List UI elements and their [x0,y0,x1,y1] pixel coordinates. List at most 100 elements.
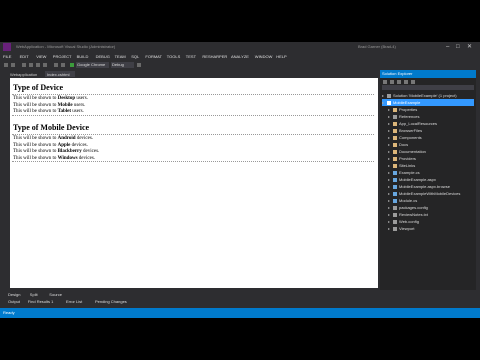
minimize-button[interactable]: – [446,42,449,52]
line-text: users. [75,96,88,101]
line-text: This will be shown to [13,142,58,148]
tab-pending-changes[interactable]: Pending Changes [95,298,127,305]
design-view[interactable]: Type of Device This will be shown to Des… [10,78,378,288]
tree-item[interactable]: ▸ SiteLinks [388,162,474,169]
tab-error-list[interactable]: Error List [66,298,82,305]
menu-file[interactable]: FILE [3,52,11,61]
menu-project[interactable]: PROJECT [53,52,72,61]
solution-search-input[interactable] [382,85,474,90]
menu-format[interactable]: FORMAT [145,52,162,61]
text-line: This will be shown to Blackberry devices… [13,149,99,155]
tree-item[interactable]: ▸ Providers [388,155,474,162]
save-all-icon[interactable] [43,63,47,67]
tree-item[interactable]: ▸ App_LocalResources [388,120,474,127]
tab-index-cshtml[interactable]: Index.cshtml [45,71,75,77]
tree-item[interactable]: ▸ Docs [388,141,474,148]
menu-window[interactable]: WINDOW [255,52,273,61]
heading-type-of-mobile-device: Type of Mobile Device [13,123,90,132]
menu-build[interactable]: BUILD [77,52,89,61]
divider [12,115,374,116]
tree-item[interactable]: ▸ Example.cs [388,169,474,176]
tree-item-label: References [399,114,420,119]
line-text: This will be shown to [13,96,58,101]
redo-icon[interactable] [61,63,65,67]
properties-icon[interactable] [411,80,415,84]
start-debugging-icon[interactable] [70,63,74,67]
tree-item[interactable]: ▸ MobileExampleWithMobileDevices [388,190,474,197]
line-emphasis: Blackberry [57,149,82,154]
tree-item-label: ReviewNotes.txt [399,212,428,217]
tab-webapplication[interactable]: Webapplication [10,71,42,78]
tree-item[interactable]: ▸ Web.config [388,218,474,225]
new-project-icon[interactable] [22,63,26,67]
refresh-icon[interactable] [390,80,394,84]
tree-item[interactable]: ▸ Documentation [388,148,474,155]
tree-item[interactable]: ▸ Module.cs [388,197,474,204]
tree-item-label: App_LocalResources [399,121,438,126]
file-type-icon [393,212,397,217]
tree-item[interactable]: ▸ MobileExample.aspx.browse [388,183,474,190]
tree-item-label: Web.config [399,219,419,224]
file-type-icon [393,128,397,133]
text-line: This will be shown to Android devices. [13,136,93,142]
menu-test[interactable]: TEST [186,52,196,61]
line-text: This will be shown to [13,155,58,161]
forward-icon[interactable] [11,63,15,67]
tree-item[interactable]: ▸ packages.config [388,204,474,211]
tree-item[interactable]: ▸ Viewport [388,225,474,232]
tab-design[interactable]: Design [8,291,20,298]
file-type-icon [393,184,397,189]
configuration-select[interactable]: Debug [111,62,134,68]
tree-item[interactable]: ▸ MobileExample.aspx [388,176,474,183]
menu-help[interactable]: HELP [276,52,286,61]
tree-item-label: Docs [399,142,409,147]
tab-output[interactable]: Output [8,298,20,305]
browser-select[interactable]: Google Chrome [76,62,109,68]
menu-edit[interactable]: EDIT [20,52,29,61]
show-all-files-icon[interactable] [404,80,408,84]
file-type-icon [393,149,397,154]
menu-sql[interactable]: SQL [131,52,139,61]
collapse-all-icon[interactable] [397,80,401,84]
menu-tools[interactable]: TOOLS [167,52,181,61]
menu-resharper[interactable]: RESHARPER [202,52,227,61]
tree-item[interactable]: ▸ Solution 'MobileExample' (1 project) [382,92,474,99]
menu-debug[interactable]: DEBUG [96,52,110,61]
file-type-icon [393,226,397,231]
text-line: This will be shown to Desktop users. [13,96,88,102]
find-icon[interactable] [137,63,141,67]
menu-view[interactable]: VIEW [36,52,46,61]
menu-analyze[interactable]: ANALYZE [231,52,249,61]
tab-source[interactable]: Source [49,291,62,298]
line-text: users. [71,109,84,114]
tree-item-label: Module.cs [399,198,418,203]
tree-item-label: MobileExample [393,100,421,105]
vs-window: WebApplication - Microsoft Visual Studio… [0,42,480,318]
line-emphasis: Apple [57,142,71,148]
save-icon[interactable] [36,63,40,67]
file-type-icon [393,198,397,203]
menu-team[interactable]: TEAM [115,52,126,61]
undo-icon[interactable] [54,63,58,67]
file-type-icon [393,156,397,161]
tree-item[interactable]: ▸ Properties [388,106,474,113]
tree-item[interactable]: ▸ Components [388,134,474,141]
maximize-button[interactable]: □ [456,42,460,52]
tab-split[interactable]: Split [30,291,38,298]
open-file-icon[interactable] [29,63,33,67]
divider [12,134,374,135]
tree-item[interactable]: ▸ BrowserFiles [388,127,474,134]
tree-item[interactable]: ▸ MobileExample [382,99,474,106]
signed-in-user[interactable]: Brad Garner (Brad-4) [358,42,396,52]
close-button[interactable]: ✕ [467,42,472,52]
tab-find-results-1[interactable]: Find Results 1 [28,298,54,305]
status-text: Ready [3,310,15,315]
tree-item-label: MobileExample.aspx.browse [399,184,450,189]
tree-item[interactable]: ▸ ReviewNotes.txt [388,211,474,218]
tree-item[interactable]: ▸ References [388,113,474,120]
home-icon[interactable] [383,80,387,84]
back-icon[interactable] [4,63,8,67]
line-text: devices. [75,136,94,141]
line-text: This will be shown to [13,149,58,154]
file-type-icon [393,142,397,147]
